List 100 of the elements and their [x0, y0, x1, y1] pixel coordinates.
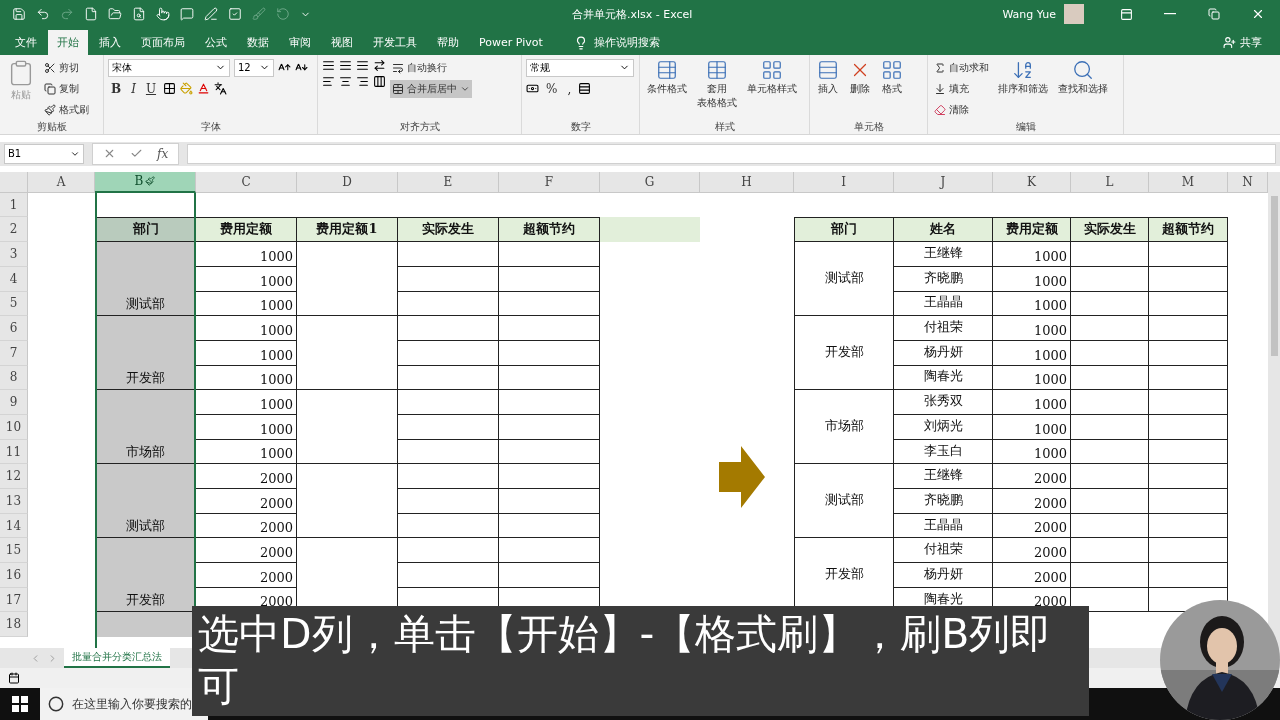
- number-style-button[interactable]: ,: [564, 79, 575, 98]
- column-header[interactable]: G: [600, 171, 700, 193]
- font-name-field[interactable]: 宋体: [108, 58, 230, 77]
- column-header[interactable]: F: [499, 171, 600, 193]
- ribbon-tab[interactable]: 帮助: [428, 30, 468, 55]
- clipboard-button[interactable]: 复制: [42, 79, 91, 98]
- column-header[interactable]: A: [28, 171, 95, 193]
- column-header[interactable]: M: [1149, 171, 1228, 193]
- row-header[interactable]: 10: [0, 415, 28, 440]
- font-style-button[interactable]: B: [108, 79, 125, 98]
- style-button[interactable]: 单元格样式: [744, 58, 800, 120]
- cells-button[interactable]: 格式: [878, 58, 906, 120]
- merge-center-button[interactable]: 合并后居中: [390, 79, 472, 98]
- number-style-button[interactable]: %: [543, 79, 561, 98]
- row-header[interactable]: 3: [0, 242, 28, 267]
- column-header[interactable]: N: [1228, 171, 1268, 193]
- windows-logo-icon[interactable]: [12, 696, 28, 712]
- column-header[interactable]: D: [297, 171, 398, 193]
- row-header[interactable]: 13: [0, 489, 28, 514]
- table-icon: [656, 58, 678, 81]
- row-header[interactable]: 4: [0, 266, 28, 292]
- column-header[interactable]: J: [894, 171, 993, 193]
- column-header[interactable]: L: [1071, 171, 1149, 193]
- hand-pointer-icon: [156, 7, 170, 21]
- ribbon-tab[interactable]: 页面布局: [132, 30, 194, 55]
- row-header[interactable]: 18: [0, 612, 28, 638]
- cells-button[interactable]: 插入: [814, 58, 842, 120]
- insert-function-button[interactable]: fx: [157, 146, 169, 161]
- folder-icon: [108, 7, 122, 21]
- ribbon-tab[interactable]: Power Pivot: [470, 30, 552, 55]
- department-cell: 市场部: [794, 390, 894, 465]
- font-size-field[interactable]: 12: [234, 58, 274, 77]
- row-header[interactable]: 14: [0, 513, 28, 539]
- amount-cell: 1000: [993, 291, 1071, 317]
- editing-button[interactable]: 清除: [932, 100, 991, 119]
- formula-input[interactable]: [187, 143, 1276, 164]
- department-cell: 市场部: [95, 390, 196, 465]
- scrollbar-thumb[interactable]: [1270, 195, 1278, 356]
- ribbon-tab[interactable]: 插入: [90, 30, 130, 55]
- row-header[interactable]: 1: [0, 192, 28, 218]
- clipboard-button[interactable]: 格式刷: [42, 100, 91, 119]
- group-label: 数字: [570, 119, 591, 134]
- user-avatar[interactable]: [1064, 4, 1084, 24]
- grid-icon: [881, 58, 903, 81]
- indent-icon: [373, 74, 386, 88]
- column-header[interactable]: H: [700, 171, 794, 193]
- ribbon-tab[interactable]: 公式: [196, 30, 236, 55]
- department-cell: 测试部: [794, 464, 894, 539]
- scissors-icon: [44, 61, 56, 74]
- sheet-tab[interactable]: 批量合并分类汇总法: [64, 648, 170, 669]
- select-all-corner[interactable]: [0, 171, 28, 193]
- font-style-button[interactable]: U: [142, 79, 160, 98]
- ribbon-tab[interactable]: 审阅: [280, 30, 320, 55]
- wrap-text-button[interactable]: 自动换行: [390, 58, 472, 77]
- column-header[interactable]: B: [95, 171, 196, 193]
- copy-icon: [44, 82, 56, 95]
- editing-button[interactable]: 排序和筛选: [995, 58, 1051, 120]
- row-header[interactable]: 12: [0, 464, 28, 490]
- share-button[interactable]: 共享: [1217, 30, 1268, 55]
- style-button[interactable]: 套用 表格格式: [694, 58, 740, 120]
- redo-icon: [60, 7, 74, 21]
- row-header[interactable]: 5: [0, 291, 28, 317]
- number-format-field[interactable]: 常规: [526, 58, 634, 77]
- row-header[interactable]: 16: [0, 563, 28, 588]
- checkbox-icon: [228, 7, 242, 21]
- name-cell: 王晶晶: [894, 513, 993, 539]
- tell-me-search[interactable]: 操作说明搜索: [567, 30, 666, 55]
- row-header[interactable]: 8: [0, 365, 28, 391]
- name-box[interactable]: B1: [4, 143, 84, 164]
- group-label: 字体: [200, 119, 221, 134]
- ribbon-tab[interactable]: 开发工具: [364, 30, 426, 55]
- amount-cell: 1000: [196, 242, 297, 267]
- row-header[interactable]: 2: [0, 217, 28, 243]
- department-cell: 开发部: [95, 316, 196, 391]
- amount-cell: 2000: [993, 538, 1071, 564]
- row-header[interactable]: 17: [0, 587, 28, 613]
- column-header[interactable]: E: [398, 171, 499, 193]
- editing-button[interactable]: 查找和选择: [1055, 58, 1111, 120]
- column-header[interactable]: C: [196, 171, 297, 193]
- column-header[interactable]: K: [993, 171, 1071, 193]
- editing-button[interactable]: 自动求和: [932, 58, 991, 77]
- align-left-icon: [322, 74, 335, 88]
- column-header[interactable]: I: [794, 171, 894, 193]
- ribbon-tab[interactable]: 开始: [48, 29, 88, 55]
- cells-button[interactable]: 删除: [846, 58, 874, 120]
- ribbon-tab[interactable]: 视图: [322, 30, 362, 55]
- brush-icon: [252, 7, 266, 21]
- row-header[interactable]: 11: [0, 439, 28, 465]
- font-style-button[interactable]: I: [128, 79, 139, 98]
- row-header[interactable]: 7: [0, 340, 28, 366]
- amount-cell: 2000: [993, 464, 1071, 490]
- clipboard-button[interactable]: 剪切: [42, 58, 91, 77]
- ribbon-tab[interactable]: 数据: [238, 30, 278, 55]
- row-header[interactable]: 15: [0, 538, 28, 564]
- row-header[interactable]: 9: [0, 390, 28, 415]
- ribbon-tab[interactable]: 文件: [6, 30, 46, 55]
- row-header[interactable]: 6: [0, 316, 28, 341]
- style-button[interactable]: 条件格式: [644, 58, 690, 120]
- editing-button[interactable]: 填充: [932, 79, 991, 98]
- right-arrow-shape: [719, 445, 765, 508]
